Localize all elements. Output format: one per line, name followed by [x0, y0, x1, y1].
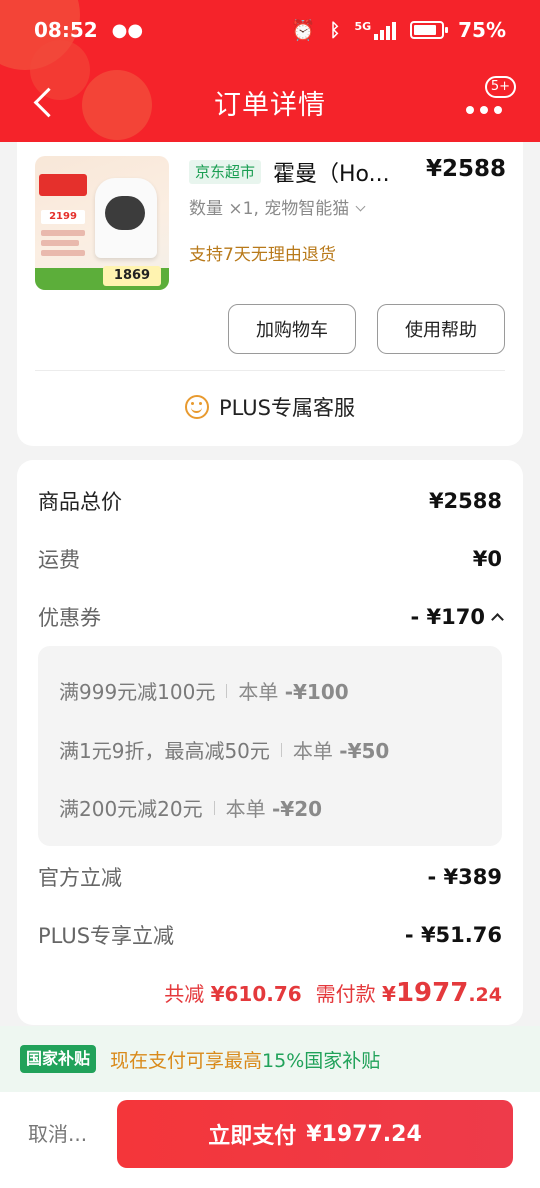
payable-decimal: .24 — [468, 984, 502, 1006]
more-dots-icon — [466, 106, 502, 114]
signal-icon: 5G — [354, 20, 397, 40]
product-price: ¥2588 — [425, 156, 506, 182]
goods-total-row: 商品总价 ¥2588 — [38, 486, 502, 516]
status-bar: 08:52 ●● ⏰ ᛒ 5G 75% — [0, 0, 540, 60]
coupon-applied-label: 本单 — [238, 680, 279, 704]
plus-discount-row: PLUS专享立减 - ¥51.76 — [38, 920, 502, 950]
add-to-cart-button[interactable]: 加购物车 — [228, 304, 356, 354]
coupon-applied-label: 本单 — [225, 797, 266, 821]
page-title: 订单详情 — [214, 89, 326, 121]
total-saved-value: ¥610.76 — [210, 982, 302, 1006]
coupon-total: - ¥170 — [410, 605, 485, 629]
smile-icon — [184, 395, 209, 419]
product-thumbnail[interactable]: 2199 1869 — [35, 156, 169, 290]
coupon-applied-value: -¥50 — [339, 739, 390, 763]
plus-service-link[interactable]: PLUS专属客服 — [17, 392, 523, 422]
nav-bar: 订单详情 5+ — [0, 62, 540, 142]
subsidy-percent: 15% — [262, 1049, 305, 1072]
thumb-original-price: 2199 — [41, 210, 85, 224]
pay-label: 立即支付 — [208, 1124, 297, 1149]
coupon-label: 优惠券 — [38, 606, 101, 630]
status-time: 08:52 — [34, 18, 98, 42]
cancel-order-link[interactable]: 取消... — [28, 1118, 87, 1147]
plus-discount-value: - ¥51.76 — [404, 923, 502, 947]
subsidy-text-suffix: 国家补贴 — [304, 1049, 381, 1072]
chevron-up-icon — [491, 612, 504, 626]
help-button[interactable]: 使用帮助 — [377, 304, 505, 354]
official-discount-label: 官方立减 — [38, 866, 122, 890]
battery-icon — [410, 21, 449, 39]
more-menu-button[interactable]: 5+ — [466, 76, 516, 118]
return-policy: 支持7天无理由退货 — [189, 245, 336, 265]
goods-total-value: ¥2588 — [428, 489, 502, 513]
divider — [35, 370, 505, 371]
product-name[interactable]: 霍曼（Ho... — [273, 156, 413, 188]
price-detail-card: 商品总价 ¥2588 运费 ¥0 优惠券 - ¥170 满999元减100元 本… — [17, 460, 523, 1025]
thumb-sale-price: 1869 — [103, 266, 161, 286]
subsidy-text: 现在支付可享最高15%国家补贴 — [110, 1046, 380, 1073]
message-badge: 5+ — [484, 76, 516, 98]
coupon-applied-value: -¥20 — [271, 797, 323, 821]
shipping-label: 运费 — [38, 548, 80, 572]
spec-text: 数量 ×1, 宠物智能猫 — [189, 199, 350, 219]
official-discount-row: 官方立减 - ¥389 — [38, 862, 502, 892]
subsidy-text-prefix: 现在支付可享最高 — [110, 1049, 263, 1072]
header: 08:52 ●● ⏰ ᛒ 5G 75% 订单详情 5+ — [0, 0, 540, 142]
coupon-rule: 满999元减100元 — [59, 680, 216, 704]
official-discount-value: - ¥389 — [427, 865, 502, 889]
payable-currency: ¥ — [382, 982, 396, 1006]
alarm-icon: ⏰ — [290, 18, 316, 42]
coupon-rule: 满200元减20元 — [59, 797, 203, 821]
goods-total-label: 商品总价 — [38, 490, 122, 514]
plus-service-label: PLUS专属客服 — [218, 396, 356, 420]
wechat-icon: ●● — [111, 19, 144, 41]
total-saved-label: 共减 — [164, 982, 205, 1006]
coupon-item: 满200元减20元 本单 -¥20 — [59, 793, 322, 822]
shipping-value: ¥0 — [472, 547, 502, 571]
product-spec[interactable]: 数量 ×1, 宠物智能猫 — [189, 194, 366, 219]
payable-integer: 1977 — [395, 978, 469, 1008]
product-card: 2199 1869 京东超市 霍曼（Ho... ¥2588 数量 ×1, 宠物智… — [17, 142, 523, 446]
plus-discount-label: PLUS专享立减 — [38, 924, 175, 948]
coupon-list: 满999元减100元 本单 -¥100 满1元9折，最高减50元 本单 -¥50… — [38, 646, 502, 846]
back-arrow-icon[interactable] — [30, 82, 60, 122]
payable-label: 需付款 — [315, 982, 376, 1006]
subsidy-banner[interactable]: 国家补贴 现在支付可享最高15%国家补贴 — [0, 1026, 540, 1092]
coupon-rule: 满1元9折，最高减50元 — [59, 739, 270, 763]
coupon-applied-label: 本单 — [292, 739, 333, 763]
coupon-row[interactable]: 优惠券 - ¥170 — [38, 602, 504, 632]
coupon-item: 满999元减100元 本单 -¥100 — [59, 676, 349, 705]
battery-level: 75% — [458, 18, 506, 42]
shipping-row: 运费 ¥0 — [38, 544, 502, 574]
total-summary: 共减 ¥610.76 需付款 ¥1977.24 — [164, 978, 502, 1008]
coupon-item: 满1元9折，最高减50元 本单 -¥50 — [59, 735, 389, 764]
coupon-applied-value: -¥100 — [284, 680, 349, 704]
chevron-down-icon — [355, 201, 366, 212]
network-label: 5G — [354, 20, 372, 33]
pay-amount: ¥1977.24 — [306, 1121, 422, 1147]
bottom-action-bar: 取消... 立即支付 ¥1977.24 — [0, 1092, 540, 1188]
shop-tag: 京东超市 — [189, 160, 262, 184]
bluetooth-icon: ᛒ — [329, 19, 341, 41]
pay-now-button[interactable]: 立即支付 ¥1977.24 — [117, 1100, 513, 1168]
subsidy-tag: 国家补贴 — [20, 1045, 97, 1073]
